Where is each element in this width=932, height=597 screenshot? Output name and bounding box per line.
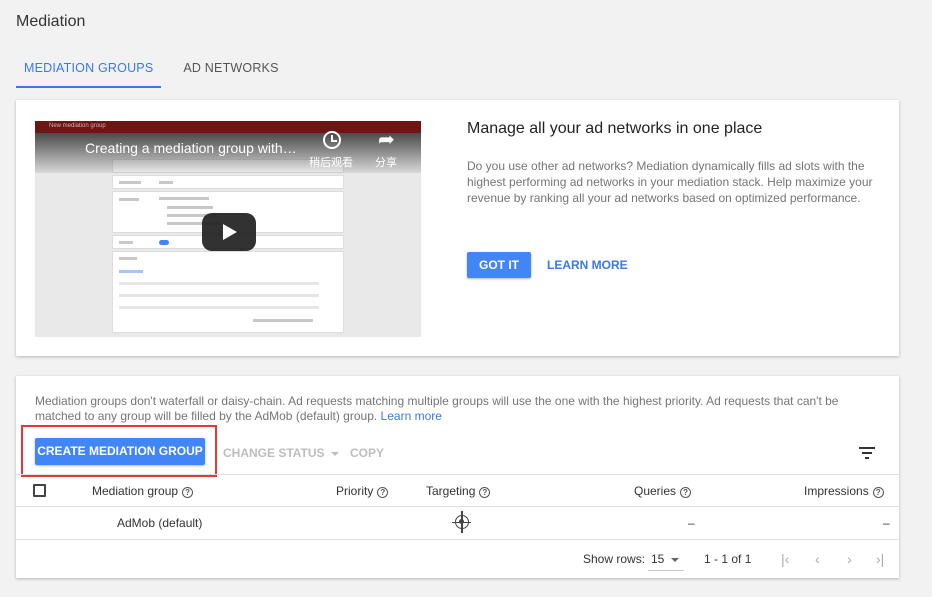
play-icon[interactable]: [202, 213, 256, 251]
targeting-icon: [452, 515, 471, 529]
rows-per-page-select[interactable]: 15: [648, 544, 684, 571]
video-mock-panel: [112, 251, 344, 333]
next-page-icon[interactable]: ›: [847, 552, 852, 566]
tab-bar: MEDIATION GROUPS AD NETWORKS: [16, 52, 301, 88]
help-icon[interactable]: ?: [872, 487, 884, 498]
column-header-targeting[interactable]: Targeting?: [426, 484, 491, 498]
mediation-groups-card: Mediation groups don't waterfall or dais…: [16, 376, 899, 578]
show-rows-label: Show rows:: [583, 552, 646, 566]
share-icon[interactable]: ➦: [378, 130, 395, 150]
column-label: Mediation group: [92, 484, 179, 498]
video-player[interactable]: New mediation group Creating a mediation…: [35, 121, 421, 337]
column-header-impressions[interactable]: Impressions?: [804, 484, 884, 498]
filter-icon[interactable]: [859, 447, 875, 459]
rows-per-page-value: 15: [651, 552, 665, 566]
learn-more-button[interactable]: LEARN MORE: [547, 258, 628, 272]
pagination-range: 1 - 1 of 1: [704, 552, 752, 566]
change-status-menu[interactable]: CHANGE STATUS: [223, 446, 339, 460]
promo-heading: Manage all your ad networks in one place: [467, 120, 763, 137]
column-label: Targeting: [426, 484, 476, 498]
first-page-icon[interactable]: |‹: [781, 552, 789, 566]
change-status-label: CHANGE STATUS: [223, 446, 325, 460]
row-impressions: –: [883, 516, 890, 530]
page-title: Mediation: [16, 13, 86, 30]
caret-down-icon: [330, 451, 339, 456]
column-label: Impressions: [804, 484, 869, 498]
select-all-checkbox[interactable]: [33, 484, 46, 497]
help-icon[interactable]: ?: [680, 487, 692, 498]
column-header-mediation-group[interactable]: Mediation group?: [92, 484, 194, 498]
promo-description: Do you use other ad networks? Mediation …: [467, 159, 873, 205]
help-icon[interactable]: ?: [377, 487, 389, 498]
column-header-queries[interactable]: Queries?: [634, 484, 692, 498]
last-page-icon[interactable]: ›|: [876, 552, 884, 566]
share-label[interactable]: 分享: [375, 154, 397, 170]
create-mediation-group-button[interactable]: CREATE MEDIATION GROUP: [35, 438, 205, 465]
row-queries: –: [688, 516, 695, 530]
video-mock-panel: [112, 175, 344, 189]
help-icon[interactable]: ?: [182, 487, 194, 498]
learn-more-link[interactable]: Learn more: [381, 409, 442, 423]
copy-button[interactable]: COPY: [350, 446, 384, 460]
caret-down-icon: [671, 558, 679, 562]
got-it-button[interactable]: GOT IT: [467, 252, 531, 278]
video-browser-bar-text: New mediation group: [49, 123, 106, 129]
tab-mediation-groups[interactable]: MEDIATION GROUPS: [16, 52, 162, 88]
clock-icon[interactable]: [323, 131, 341, 149]
table-row[interactable]: AdMob (default) – –: [16, 507, 899, 540]
video-browser-bar: New mediation group: [35, 121, 421, 133]
help-icon[interactable]: ?: [479, 487, 491, 498]
tab-ad-networks[interactable]: AD NETWORKS: [175, 52, 286, 88]
video-title: Creating a mediation group with…: [85, 140, 297, 156]
table-footer: Show rows: 15 1 - 1 of 1 |‹ ‹ › ›|: [16, 541, 899, 578]
column-label: Queries: [634, 484, 677, 498]
table-header: Mediation group? Priority? Targeting? Qu…: [16, 474, 899, 507]
info-text: Mediation groups don't waterfall or dais…: [35, 394, 880, 424]
row-group-name[interactable]: AdMob (default): [117, 516, 202, 530]
promo-card: New mediation group Creating a mediation…: [16, 100, 899, 356]
previous-page-icon[interactable]: ‹: [815, 552, 820, 566]
watch-later-label[interactable]: 稍后观看: [309, 154, 353, 170]
column-header-priority[interactable]: Priority?: [336, 484, 389, 498]
column-label: Priority: [336, 484, 374, 498]
